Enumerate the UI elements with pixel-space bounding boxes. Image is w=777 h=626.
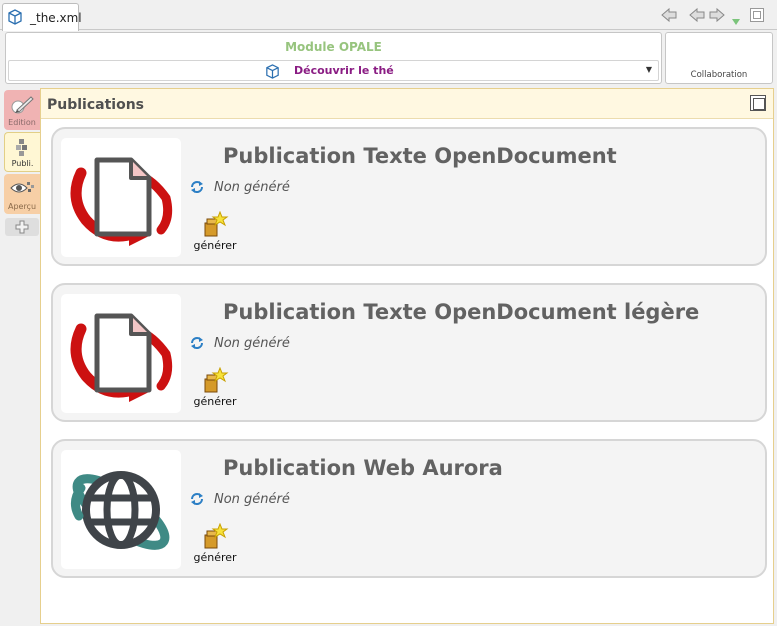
back-to-start-icon[interactable] [661, 7, 677, 27]
publication-card: Publication Texte OpenDocument Non génér… [51, 127, 767, 266]
editor-tab-strip: _the.xml [0, 0, 777, 31]
publication-icon [13, 137, 33, 161]
forward-icon[interactable] [709, 7, 725, 27]
publication-title: Publication Web Aurora [223, 456, 503, 480]
sync-icon [189, 491, 205, 511]
module-box: Module OPALE Découvrir le thé ▼ [5, 32, 662, 84]
tab-edition[interactable]: Edition [4, 90, 40, 130]
chevron-down-icon[interactable] [731, 11, 741, 30]
restore-window-icon[interactable] [749, 7, 765, 27]
maximize-icon[interactable] [750, 95, 766, 111]
tab-publication-label: Publi. [11, 159, 34, 168]
collaboration-box[interactable]: Collaboration [665, 32, 773, 84]
view-tabs: Edition Publi. Aperçu [0, 86, 42, 626]
collaboration-label: Collaboration [690, 70, 748, 80]
opendocument-icon [61, 138, 181, 257]
history-navigation [661, 7, 771, 25]
item-selector[interactable]: Découvrir le thé ▼ [8, 60, 659, 81]
pencil-icon [11, 94, 35, 118]
generate-button[interactable]: générer [193, 367, 237, 409]
item-cube-icon [6, 8, 24, 30]
selected-item-label: Découvrir le thé [294, 64, 394, 77]
dropdown-arrow-icon[interactable]: ▼ [646, 65, 652, 74]
item-cube-icon [264, 63, 281, 84]
generate-button[interactable]: générer [193, 211, 237, 253]
opendocument-icon [61, 294, 181, 413]
sync-icon [189, 179, 205, 199]
tab-publication[interactable]: Publi. [4, 132, 40, 172]
document-tab-title: _the.xml [30, 11, 82, 25]
generate-icon [204, 367, 229, 393]
generation-status: Non généré [214, 492, 290, 507]
sync-icon [189, 335, 205, 355]
generation-status: Non généré [214, 180, 290, 195]
generate-icon [204, 211, 229, 237]
publication-card: Publication Web Aurora Non généré génére… [51, 439, 767, 578]
back-icon[interactable] [689, 7, 705, 27]
generate-button[interactable]: générer [193, 523, 237, 565]
publication-card: Publication Texte OpenDocument légère No… [51, 283, 767, 422]
publication-title: Publication Texte OpenDocument [223, 144, 617, 168]
item-header: Module OPALE Découvrir le thé ▼ Collabor… [4, 31, 773, 85]
publication-title: Publication Texte OpenDocument légère [223, 300, 700, 324]
publications-panel: Publications Publication Texte OpenDocum… [40, 88, 774, 624]
plus-icon [15, 219, 29, 238]
tab-edition-label: Edition [8, 118, 36, 127]
globe-icon [61, 450, 181, 569]
generate-icon [204, 523, 229, 549]
tab-apercu-label: Aperçu [7, 202, 37, 211]
document-tab[interactable]: _the.xml [2, 3, 82, 31]
add-view-button[interactable] [5, 218, 39, 236]
tab-apercu[interactable]: Aperçu [4, 174, 40, 214]
generation-status: Non généré [214, 336, 290, 351]
module-title: Module OPALE [285, 40, 382, 54]
eye-icon [10, 178, 36, 202]
generate-label: générer [193, 239, 237, 252]
generate-label: générer [193, 395, 237, 408]
generate-label: générer [193, 551, 237, 564]
panel-header: Publications [41, 89, 773, 119]
panel-title: Publications [47, 97, 145, 113]
